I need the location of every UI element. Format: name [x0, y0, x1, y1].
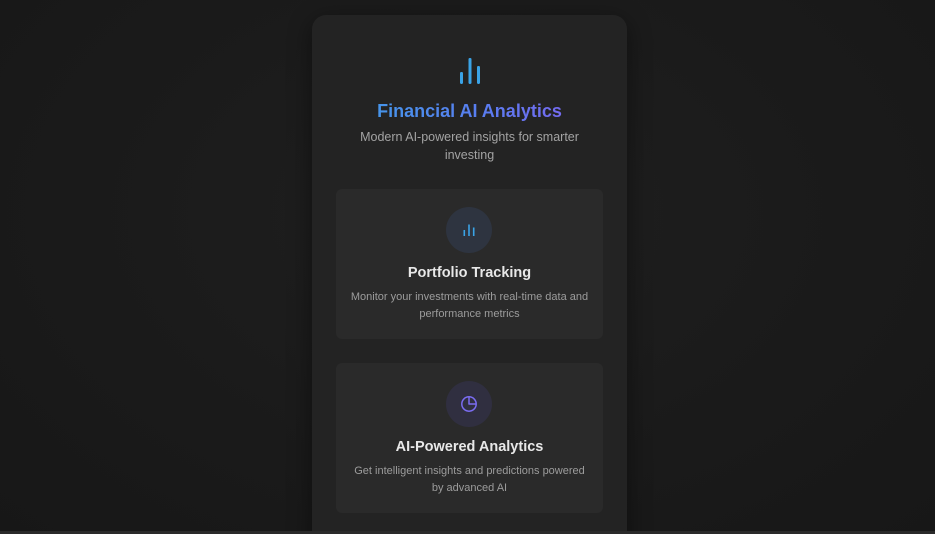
bar-chart-icon [463, 224, 475, 236]
feature-title: AI-Powered Analytics [395, 439, 544, 455]
page-title: Financial AI Analytics [312, 99, 627, 123]
page-subtitle: Modern AI-powered insights for smarter i… [360, 130, 579, 162]
feature-card-portfolio-tracking[interactable]: Portfolio Tracking Monitor your investme… [336, 189, 603, 339]
feature-icon-badge [446, 381, 492, 427]
feature-card-ai-powered-analytics[interactable]: AI-Powered Analytics Get intelligent ins… [336, 363, 603, 513]
feature-description: Get intelligent insights and predictions… [354, 465, 585, 494]
bar-chart-icon [460, 58, 480, 84]
page-background: Financial AI Analytics Modern AI-powered… [0, 0, 935, 534]
feature-description: Monitor your investments with real-time … [350, 291, 589, 320]
feature-title: Portfolio Tracking [407, 265, 532, 281]
feature-icon-badge [446, 207, 492, 253]
main-card: Financial AI Analytics Modern AI-powered… [312, 15, 627, 534]
pie-chart-icon [461, 396, 477, 412]
